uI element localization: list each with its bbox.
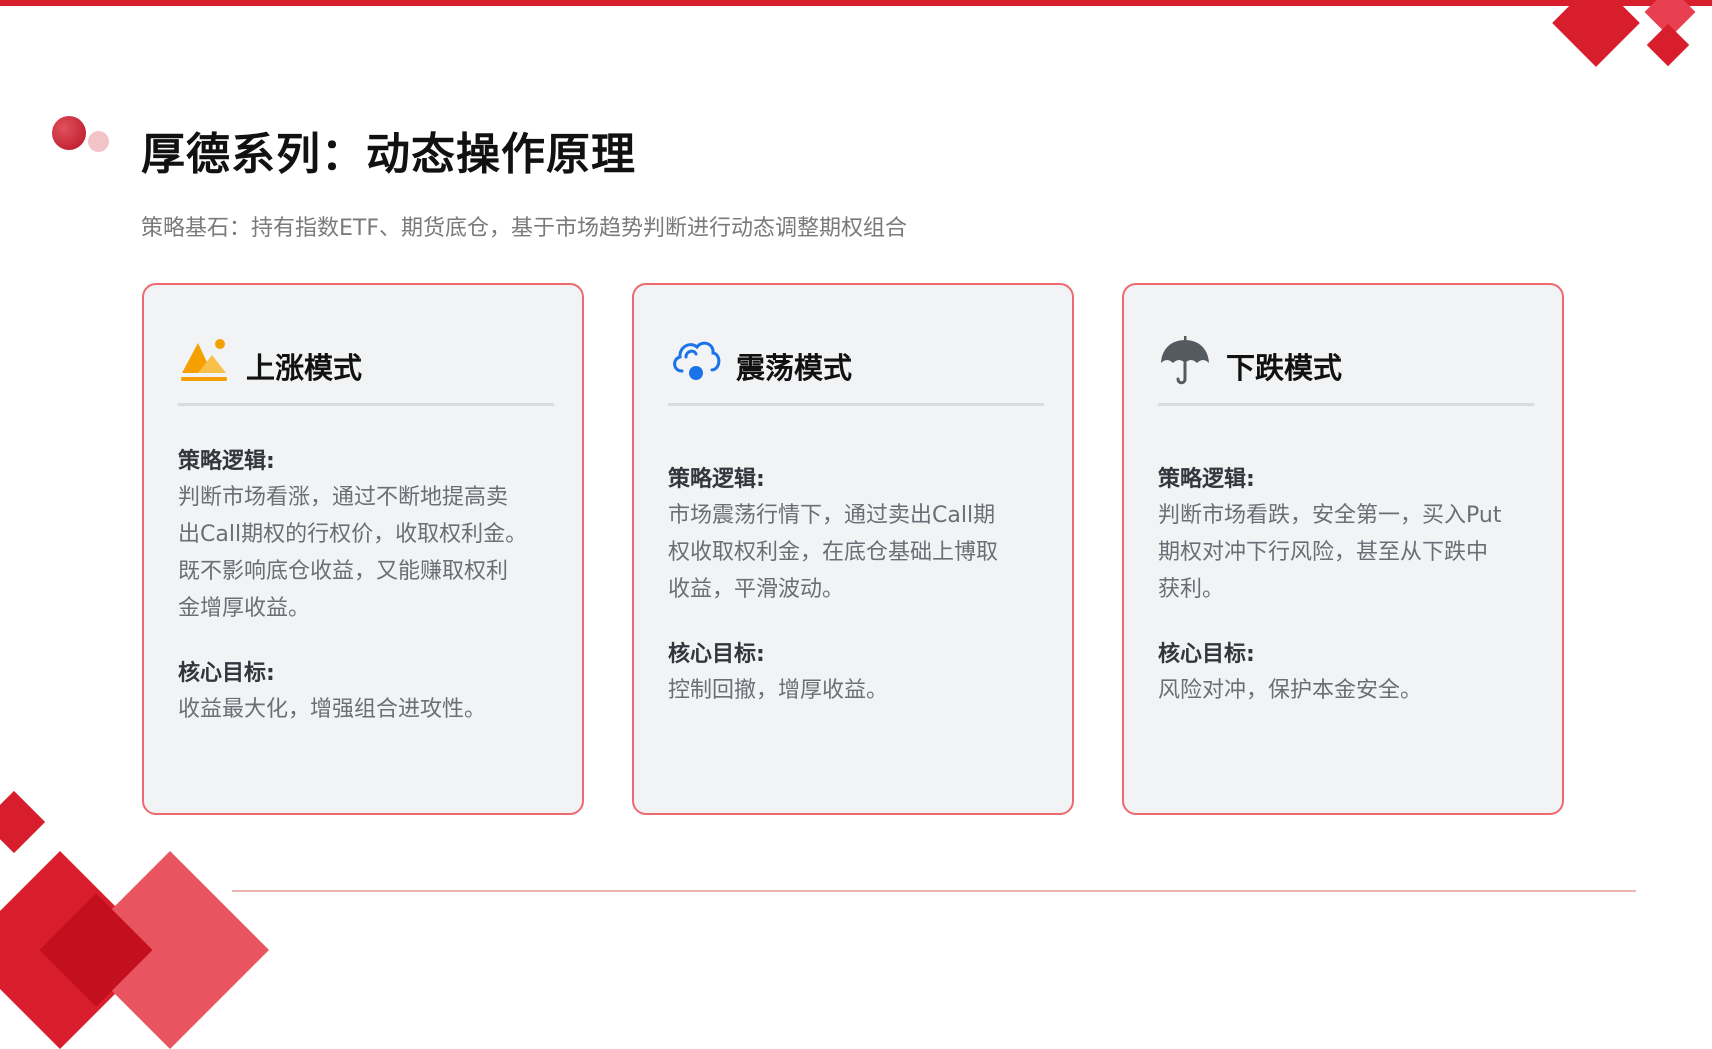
strategy-logic-label: 策略逻辑: xyxy=(178,449,275,474)
core-goal-text: 收益最大化，增强组合进攻性。 xyxy=(178,697,487,722)
title-bullet-dots xyxy=(52,116,112,156)
bottom-divider-line xyxy=(232,890,1636,892)
core-goal-text: 控制回撤，增厚收益。 xyxy=(668,678,889,703)
strategy-logic-label: 策略逻辑: xyxy=(668,467,765,492)
card-title: 上涨模式 xyxy=(246,351,363,385)
strategy-logic-text: 市场震荡行情下，通过卖出Call期 权收取权利金，在底仓基础上博取 收益，平滑波… xyxy=(668,503,999,602)
cloud-icon xyxy=(668,333,722,387)
card-bull-mode: 上涨模式 策略逻辑: 判断市场看涨，通过不断地提高卖 出Call期权的行权价，收… xyxy=(142,283,584,815)
card-body: 策略逻辑: 判断市场看跌，安全第一，买入Put 期权对冲下行风险，甚至从下跌中 … xyxy=(1158,463,1538,709)
card-body: 策略逻辑: 市场震荡行情下，通过卖出Call期 权收取权利金，在底仓基础上博取 … xyxy=(668,463,1048,709)
card-range-mode: 震荡模式 策略逻辑: 市场震荡行情下，通过卖出Call期 权收取权利金，在底仓基… xyxy=(632,283,1074,815)
umbrella-icon xyxy=(1158,333,1212,387)
decor-diamond-bottom-left-small xyxy=(0,790,46,854)
top-accent-bar xyxy=(0,0,1712,6)
card-body: 策略逻辑: 判断市场看涨，通过不断地提高卖 出Call期权的行权价，收取权利金。… xyxy=(178,445,558,728)
card-divider xyxy=(1158,403,1534,406)
card-divider xyxy=(668,403,1044,406)
page-title: 厚德系列：动态操作原理 xyxy=(141,129,636,180)
card-header: 下跌模式 xyxy=(1158,333,1534,389)
card-header: 震荡模式 xyxy=(668,333,1044,389)
core-goal-label: 核心目标: xyxy=(178,661,275,686)
strategy-logic-label: 策略逻辑: xyxy=(1158,467,1255,492)
strategy-logic-text: 判断市场看跌，安全第一，买入Put 期权对冲下行风险，甚至从下跌中 获利。 xyxy=(1158,503,1502,602)
card-header: 上涨模式 xyxy=(178,333,554,389)
mountain-sun-icon xyxy=(178,333,232,387)
card-divider xyxy=(178,403,554,406)
card-title: 下跌模式 xyxy=(1226,351,1343,385)
title-dot-small xyxy=(88,131,109,152)
core-goal-label: 核心目标: xyxy=(1158,642,1255,667)
card-title: 震荡模式 xyxy=(736,351,853,385)
card-bear-mode: 下跌模式 策略逻辑: 判断市场看跌，安全第一，买入Put 期权对冲下行风险，甚至… xyxy=(1122,283,1564,815)
title-dot-large xyxy=(52,116,86,150)
page-subtitle: 策略基石：持有指数ETF、期货底仓，基于市场趋势判断进行动态调整期权组合 xyxy=(141,216,907,241)
core-goal-label: 核心目标: xyxy=(668,642,765,667)
decor-diamond-top-right-large xyxy=(1552,0,1640,67)
core-goal-text: 风险对冲，保护本金安全。 xyxy=(1158,678,1423,703)
decor-diamond-top-right-lower xyxy=(1646,23,1690,67)
strategy-logic-text: 判断市场看涨，通过不断地提高卖 出Call期权的行权价，收取权利金。 既不影响底… xyxy=(178,485,528,621)
